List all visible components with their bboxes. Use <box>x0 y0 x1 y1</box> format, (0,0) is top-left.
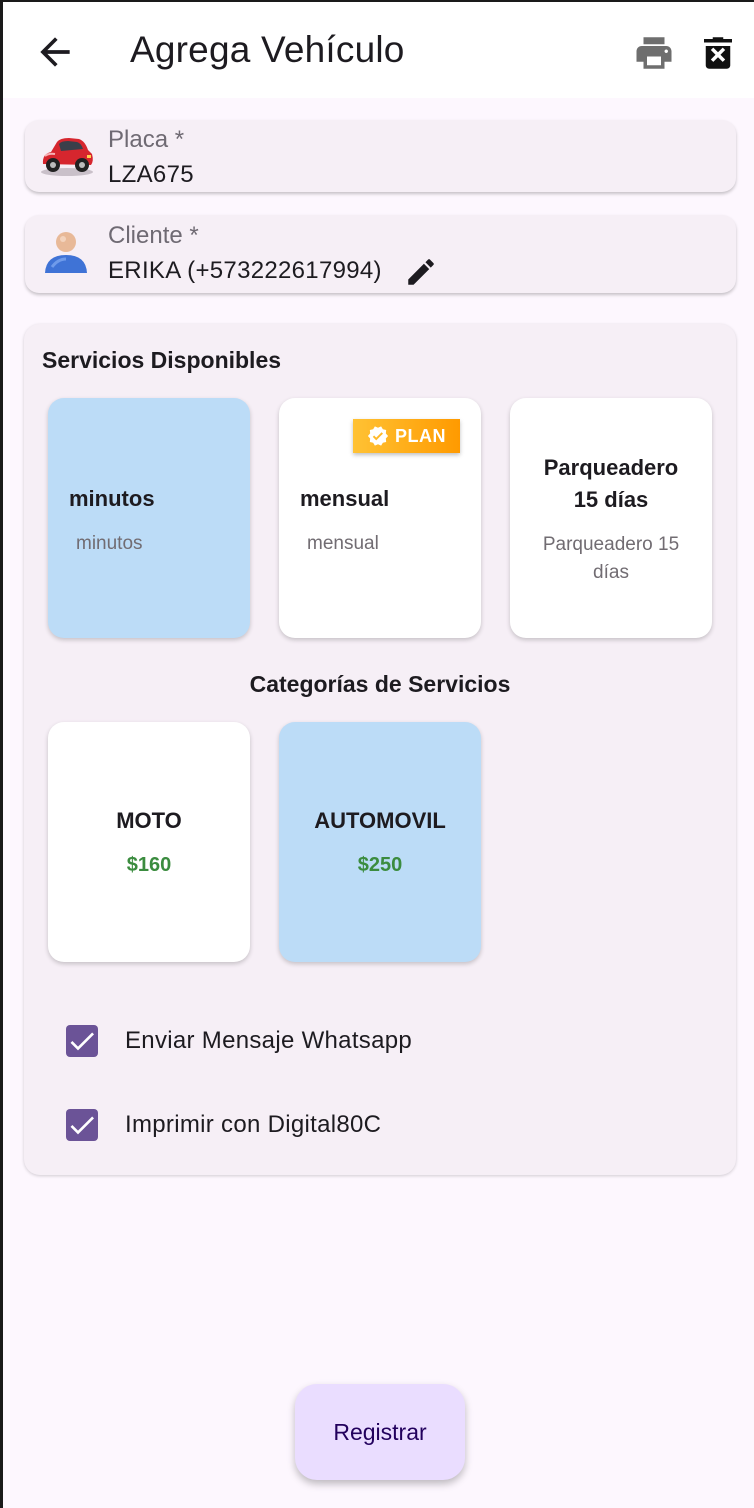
cliente-field[interactable]: Cliente * ERIKA (+573222617994) <box>25 215 736 293</box>
service-card-title-line1: Parqueadero <box>543 455 679 480</box>
category-price: $160 <box>126 854 172 876</box>
imprimir-label: Imprimir con Digital80C <box>125 1111 382 1138</box>
check-icon <box>70 1116 94 1135</box>
category-name: MOTO <box>116 808 182 833</box>
whatsapp-checkbox[interactable] <box>66 1025 98 1057</box>
servicios-title: Servicios Disponibles <box>42 347 282 373</box>
category-card-moto[interactable]: MOTO $160 <box>48 722 250 962</box>
verified-icon <box>367 426 389 446</box>
cliente-value: ERIKA (+573222617994) <box>108 257 382 284</box>
plan-badge: PLAN <box>353 419 460 453</box>
app-bar: Agrega Vehículo <box>3 2 754 98</box>
placa-label: Placa * <box>108 126 185 153</box>
plan-badge-label: PLAN <box>395 425 446 446</box>
window-border <box>0 0 3 1508</box>
service-card-subtitle-line2: días <box>593 562 629 583</box>
category-name: AUTOMOVIL <box>314 808 446 833</box>
services-panel: Servicios Disponibles minutos minutos PL… <box>24 324 736 1175</box>
service-card-mensual[interactable]: PLAN mensual mensual <box>279 398 481 638</box>
page-title: Agrega Vehículo <box>130 29 405 70</box>
edit-cliente-button[interactable] <box>404 255 438 289</box>
delete-icon <box>704 37 732 69</box>
service-card-minutos[interactable]: minutos minutos <box>48 398 250 638</box>
category-price: $250 <box>357 854 403 876</box>
service-card-title: minutos <box>69 486 155 511</box>
car-icon <box>41 138 93 176</box>
imprimir-checkbox[interactable] <box>66 1109 98 1141</box>
service-card-title-line2: 15 días <box>573 487 649 512</box>
register-button[interactable]: Registrar <box>295 1384 465 1480</box>
cliente-label: Cliente * <box>108 222 199 249</box>
print-icon <box>636 37 672 69</box>
delete-button[interactable] <box>697 32 739 74</box>
service-card-title: mensual <box>300 486 390 511</box>
service-card-parqueadero[interactable]: Parqueadero 15 días Parqueadero 15 días <box>510 398 712 638</box>
service-card-subtitle: minutos <box>76 533 143 554</box>
categorias-title: Categorías de Servicios <box>249 671 511 697</box>
arrow-back-icon <box>40 37 70 67</box>
check-icon <box>70 1032 94 1051</box>
placa-field[interactable]: Placa * LZA675 <box>25 120 736 192</box>
edit-icon <box>408 259 434 285</box>
whatsapp-label: Enviar Mensaje Whatsapp <box>125 1027 413 1054</box>
service-card-subtitle-line1: Parqueadero 15 <box>542 534 680 555</box>
category-card-automovil[interactable]: AUTOMOVIL $250 <box>279 722 481 962</box>
back-button[interactable] <box>33 30 77 74</box>
person-icon <box>45 232 87 273</box>
print-button[interactable] <box>633 32 675 74</box>
placa-value: LZA675 <box>108 161 194 188</box>
service-card-subtitle: mensual <box>307 533 379 554</box>
